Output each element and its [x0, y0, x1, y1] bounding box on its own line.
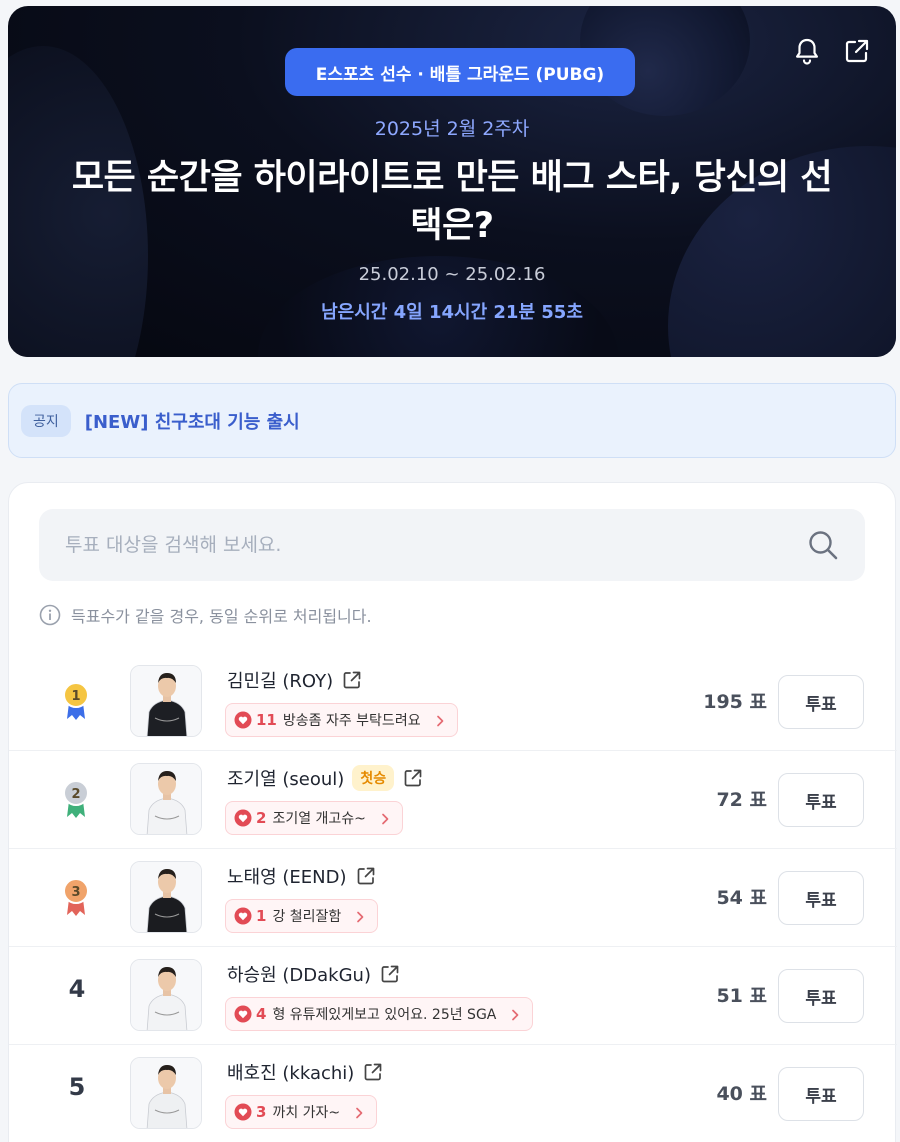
heart-icon	[234, 809, 252, 827]
info-icon	[39, 604, 61, 626]
cheer-count: 2	[256, 809, 267, 827]
heart-icon	[234, 1005, 252, 1023]
player-avatar[interactable]	[130, 861, 202, 933]
vote-button[interactable]: 투표	[778, 871, 864, 925]
svg-text:3: 3	[71, 885, 80, 900]
player-name[interactable]: 하승원 (DDakGu)	[227, 961, 371, 987]
player-name[interactable]: 노태영 (EEND)	[227, 863, 347, 889]
player-avatar[interactable]	[130, 959, 202, 1031]
silver-medal-icon: 2	[59, 777, 93, 821]
page-title: 모든 순간을 하이라이트로 만든 배그 스타, 당신의 선택은?	[71, 158, 833, 246]
heart-icon	[234, 907, 252, 925]
cheer-message-chip[interactable]: 1 강 철리잘함	[225, 899, 379, 933]
player-name[interactable]: 조기열 (seoul)	[227, 765, 344, 791]
date-range: 25.02.10 ~ 25.02.16	[358, 264, 546, 285]
cheer-message-chip[interactable]: 3 까치 가자~	[225, 1095, 378, 1129]
chevron-right-icon	[508, 1007, 522, 1021]
player-name[interactable]: 김민길 (ROY)	[227, 667, 333, 693]
vote-button[interactable]: 투표	[778, 1067, 864, 1121]
bronze-medal-icon: 3	[59, 875, 93, 919]
cheer-message: 형 유튜제있게보고 있어요. 25년 SGA	[272, 1007, 497, 1023]
search-icon[interactable]	[805, 527, 841, 563]
notice-bar[interactable]: 공지 [NEW] 친구초대 기능 출시	[8, 383, 896, 458]
cheer-message-chip[interactable]: 2 조기열 개고슈~	[225, 801, 403, 835]
cheer-message: 강 철리잘함	[272, 909, 342, 925]
player-row: 1 김민길 (ROY) 11 방송좀 자주 부탁드려요 195 표 투표	[9, 653, 897, 751]
vote-button[interactable]: 투표	[778, 675, 864, 729]
cheer-count: 11	[256, 711, 277, 729]
vote-button[interactable]: 투표	[778, 969, 864, 1023]
external-link-icon[interactable]	[362, 1061, 384, 1083]
svg-text:2: 2	[71, 787, 80, 802]
vote-count: 51 표	[716, 985, 767, 1007]
player-avatar[interactable]	[130, 665, 202, 737]
player-row: 4 하승원 (DDakGu) 4 형 유튜제있게보고 있어요. 25년 SGA …	[9, 947, 897, 1045]
vote-count: 195 표	[703, 691, 767, 713]
cheer-count: 3	[256, 1103, 267, 1121]
cheer-message-chip[interactable]: 4 형 유튜제있게보고 있어요. 25년 SGA	[225, 997, 534, 1031]
search-box	[39, 509, 865, 581]
tie-rule-info: 득표수가 같을 경우, 동일 순위로 처리됩니다.	[39, 603, 372, 627]
external-link-icon[interactable]	[355, 865, 377, 887]
player-avatar[interactable]	[130, 1057, 202, 1129]
ranking-panel: 득표수가 같을 경우, 동일 순위로 처리됩니다. 1 김민길 (ROY) 11…	[8, 482, 897, 1142]
external-link-icon[interactable]	[402, 767, 424, 789]
notice-text[interactable]: [NEW] 친구초대 기능 출시	[85, 408, 300, 434]
player-avatar[interactable]	[130, 763, 202, 835]
player-name[interactable]: 배호진 (kkachi)	[227, 1059, 354, 1085]
rank-number: 5	[68, 1073, 86, 1101]
vote-count: 40 표	[716, 1083, 767, 1105]
bell-icon[interactable]	[792, 36, 822, 66]
chevron-right-icon	[353, 909, 367, 923]
player-row: 3 노태영 (EEND) 1 강 철리잘함 54 표 투표	[9, 849, 897, 947]
info-text: 득표수가 같을 경우, 동일 순위로 처리됩니다.	[71, 607, 372, 626]
cheer-message: 까치 가자~	[272, 1105, 341, 1121]
vote-count: 72 표	[716, 789, 767, 811]
remaining-time: 남은시간 4일 14시간 21분 55초	[321, 302, 583, 323]
chevron-right-icon	[352, 1105, 366, 1119]
share-icon[interactable]	[842, 36, 872, 66]
player-row: 2 조기열 (seoul) 첫승 2 조기열 개고슈~ 72 표 투표	[9, 751, 897, 849]
first-win-badge: 첫승	[352, 765, 395, 791]
notice-tag: 공지	[21, 404, 71, 437]
svg-text:1: 1	[71, 689, 80, 704]
cheer-count: 4	[256, 1005, 267, 1023]
chevron-right-icon	[378, 811, 392, 825]
vote-button[interactable]: 투표	[778, 773, 864, 827]
search-input[interactable]	[39, 509, 805, 581]
hero-banner: E스포츠 선수 · 배틀 그라운드 (PUBG) 2025년 2월 2주차 모든…	[8, 6, 896, 357]
cheer-count: 1	[256, 907, 267, 925]
category-pill[interactable]: E스포츠 선수 · 배틀 그라운드 (PUBG)	[285, 48, 635, 96]
heart-icon	[234, 1103, 252, 1121]
cheer-message: 조기열 개고슈~	[272, 811, 366, 827]
external-link-icon[interactable]	[341, 669, 363, 691]
gold-medal-icon: 1	[59, 679, 93, 723]
rank-number: 4	[68, 975, 86, 1003]
week-label: 2025년 2월 2주차	[374, 118, 530, 140]
ranking-list: 1 김민길 (ROY) 11 방송좀 자주 부탁드려요 195 표 투표 2 조…	[9, 653, 897, 1142]
heart-icon	[234, 711, 252, 729]
vote-count: 54 표	[716, 887, 767, 909]
external-link-icon[interactable]	[379, 963, 401, 985]
cheer-message: 방송좀 자주 부탁드려요	[282, 713, 421, 729]
cheer-message-chip[interactable]: 11 방송좀 자주 부탁드려요	[225, 703, 458, 737]
player-row: 5 배호진 (kkachi) 3 까치 가자~ 40 표 투표	[9, 1045, 897, 1142]
chevron-right-icon	[433, 713, 447, 727]
